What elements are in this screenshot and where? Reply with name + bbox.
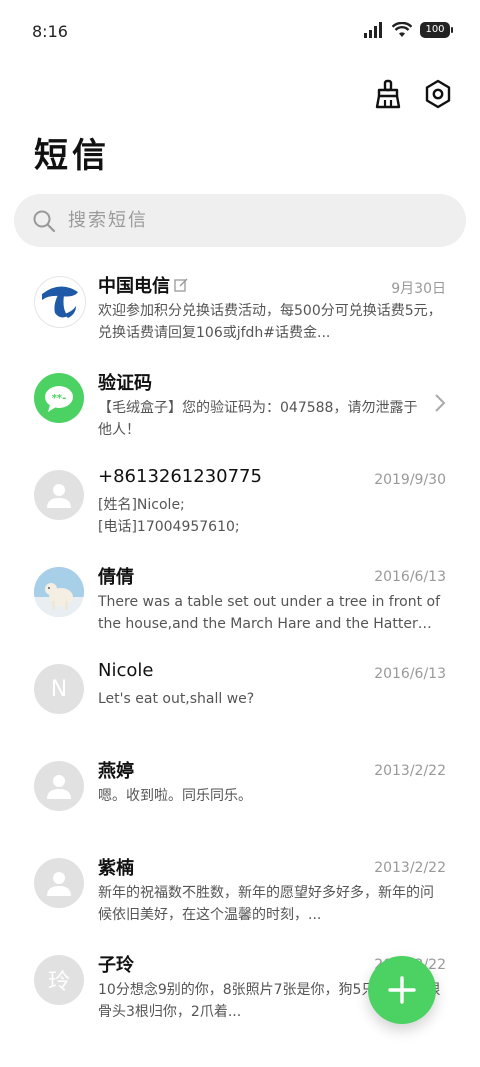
wifi-icon: [392, 22, 412, 37]
clean-button[interactable]: [372, 78, 404, 110]
contact-name: 子玲: [98, 955, 134, 976]
person-icon: [47, 484, 71, 508]
status-bar: 8:16 100: [0, 0, 480, 64]
avatar: [34, 470, 84, 520]
edit-draft-icon: [174, 278, 188, 292]
conversation-item[interactable]: 中国电信 9月30日 欢迎参加积分兑换话费活动，每500分可兑换话费5元，兑换话…: [0, 258, 480, 355]
message-preview: There was a table set out under a tree i…: [98, 594, 441, 632]
page-title: 短信: [34, 136, 110, 176]
telecom-logo-icon: [42, 286, 78, 318]
message-preview: 欢迎参加积分兑换话费活动，每500分可兑换话费5元，兑换话费请回复106或jfd…: [98, 303, 442, 341]
conversation-item[interactable]: 燕婷 2013/2/22 嗯。收到啦。同乐同乐。: [0, 743, 480, 840]
message-preview: 【毛绒盒子】您的验证码为：047588，请勿泄露于他人！: [98, 400, 418, 438]
contact-name: 中国电信: [98, 272, 188, 298]
avatar: **-: [34, 373, 84, 423]
conversation-item[interactable]: N Nicole 2016/6/13 Let's eat out,shall w…: [0, 646, 480, 743]
search-icon: [33, 210, 56, 232]
contact-name: 燕婷: [98, 761, 134, 782]
conversation-item[interactable]: 倩倩 2016/6/13 There was a table set out u…: [0, 549, 480, 646]
message-preview: [姓名]Nicole; [电话]17004957610;: [98, 497, 240, 535]
contact-name: 倩倩: [98, 567, 134, 588]
conversation-item[interactable]: 紫楠 2013/2/22 新年的祝福数不胜数，新年的愿望好多好多，新年的问候依旧…: [0, 840, 480, 937]
chevron-right-icon[interactable]: [434, 393, 446, 413]
person-icon: [47, 872, 71, 896]
message-date: 9月30日: [391, 281, 446, 297]
message-date: 2016/6/13: [374, 569, 446, 585]
avatar: N: [34, 664, 84, 714]
avatar-letter: 玲: [47, 970, 70, 995]
message-date: 2016/6/13: [374, 666, 446, 682]
battery-indicator: 100: [420, 22, 453, 38]
avatar: [34, 761, 84, 811]
contact-name: Nicole: [98, 660, 154, 681]
settings-button[interactable]: [422, 78, 454, 110]
message-preview: 嗯。收到啦。同乐同乐。: [98, 788, 252, 804]
gear-icon: [425, 79, 451, 109]
contact-name: +8613261230775: [98, 466, 262, 487]
plus-icon: [388, 976, 416, 1004]
broom-icon: [375, 79, 401, 109]
avatar: 玲: [34, 955, 84, 1005]
avatar: [34, 858, 84, 908]
status-icons: 100: [364, 22, 453, 38]
search-input[interactable]: [66, 209, 430, 232]
conversation-list: 中国电信 9月30日 欢迎参加积分兑换话费活动，每500分可兑换话费5元，兑换话…: [0, 258, 480, 1034]
conversation-item[interactable]: **- 验证码 【毛绒盒子】您的验证码为：047588，请勿泄露于他人！: [0, 355, 480, 452]
new-message-button[interactable]: [368, 956, 436, 1024]
toolbar: [372, 78, 454, 110]
avatar-letter: N: [50, 676, 68, 702]
contact-name: 验证码: [98, 373, 152, 394]
status-time: 8:16: [32, 22, 68, 41]
person-icon: [47, 775, 71, 799]
signal-icon: [364, 22, 382, 38]
message-date: 2019/9/30: [374, 472, 446, 488]
avatar: [34, 276, 86, 328]
search-box[interactable]: [14, 194, 466, 247]
svg-text:**-: **-: [52, 393, 67, 404]
message-preview: Let's eat out,shall we?: [98, 691, 255, 707]
polar-bear-photo-icon: [34, 567, 84, 617]
message-preview: 新年的祝福数不胜数，新年的愿望好多好多，新年的问候依旧美好，在这个温馨的时刻，.…: [98, 885, 434, 923]
message-bubble-icon: **-: [45, 386, 73, 412]
avatar: [34, 567, 84, 617]
conversation-item[interactable]: +8613261230775 2019/9/30 [姓名]Nicole; [电话…: [0, 452, 480, 549]
message-date: 2013/2/22: [374, 860, 446, 876]
message-date: 2013/2/22: [374, 763, 446, 779]
contact-name: 紫楠: [98, 858, 134, 879]
